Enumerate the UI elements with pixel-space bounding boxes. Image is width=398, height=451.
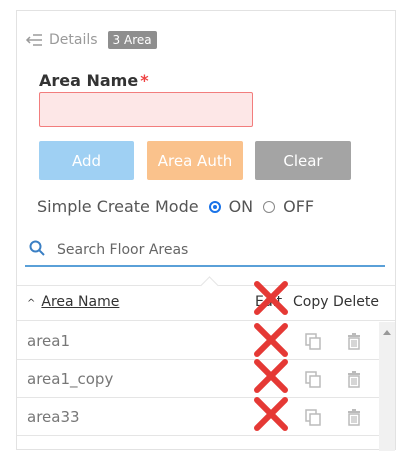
scroll-up-arrow-icon[interactable] — [383, 330, 391, 335]
back-arrow-icon[interactable] — [25, 33, 43, 47]
x-mark-icon — [254, 323, 288, 357]
simple-create-mode-label: Simple Create Mode — [37, 197, 199, 216]
table-scrollbar[interactable] — [379, 322, 395, 451]
search-bar — [25, 233, 385, 267]
x-mark-icon — [254, 281, 288, 315]
mode-on-radio[interactable] — [208, 200, 221, 213]
mode-off-radio[interactable] — [263, 200, 276, 213]
trash-icon[interactable] — [345, 408, 363, 426]
area-name-label: Area Name * — [39, 71, 149, 90]
sort-ascending-icon: ^ — [27, 298, 36, 309]
area-name-cell: area1_copy — [27, 370, 114, 388]
add-button[interactable]: Add — [39, 141, 134, 180]
trash-icon[interactable] — [345, 332, 363, 350]
copy-icon[interactable] — [304, 408, 322, 426]
copy-icon[interactable] — [304, 332, 322, 350]
search-input[interactable] — [55, 238, 379, 262]
copy-icon[interactable] — [304, 370, 322, 388]
table-row[interactable]: area1_copy — [17, 359, 379, 398]
table-row[interactable]: area1 — [17, 322, 379, 360]
details-title: Details — [49, 32, 98, 48]
simple-create-mode: Simple Create Mode ON OFF — [37, 197, 314, 216]
mode-off-label[interactable]: OFF — [283, 197, 314, 216]
table-row[interactable]: area33 — [17, 397, 379, 436]
required-mark: * — [140, 71, 149, 90]
area-auth-button[interactable]: Area Auth — [147, 141, 243, 180]
mode-on-label[interactable]: ON — [229, 197, 254, 216]
dropdown-caret — [200, 276, 219, 295]
search-icon — [29, 240, 45, 256]
clear-button[interactable]: Clear — [255, 141, 351, 180]
area-count-badge: 3 Area — [107, 31, 157, 49]
x-mark-icon — [254, 397, 288, 431]
details-header: Details 3 Area — [25, 31, 157, 49]
column-header-copy: Copy — [293, 294, 329, 310]
area-name-cell: area33 — [27, 408, 80, 426]
trash-icon[interactable] — [345, 370, 363, 388]
column-header-area-name-text: Area Name — [41, 294, 120, 310]
area-name-cell: area1 — [27, 332, 70, 350]
column-header-delete: Delete — [333, 294, 379, 310]
details-panel: Details 3 Area Area Name * Add Area Auth … — [16, 10, 396, 451]
table-header: ^Area Name Edit Copy Delete — [17, 276, 395, 321]
area-name-label-text: Area Name — [39, 71, 139, 90]
x-mark-icon — [254, 359, 288, 393]
area-name-input[interactable] — [39, 92, 253, 127]
column-header-area-name[interactable]: ^ Area Name — [27, 294, 119, 310]
